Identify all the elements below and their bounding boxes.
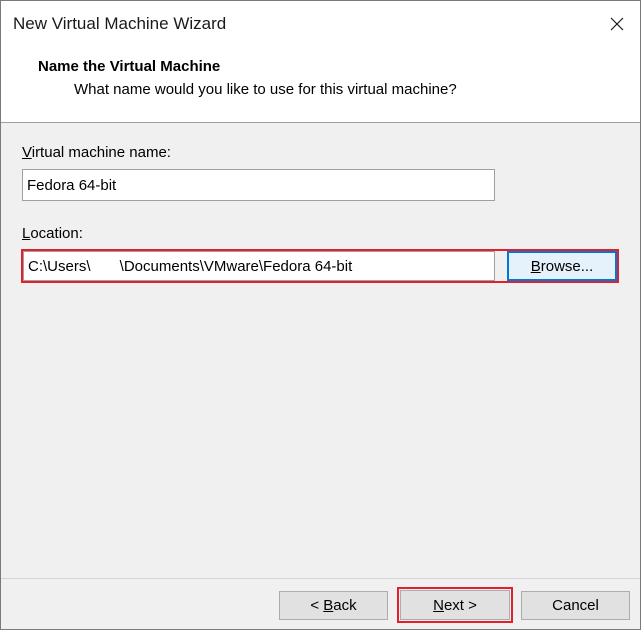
vm-name-label: Virtual machine name:	[22, 144, 171, 161]
back-label: ack	[333, 597, 357, 614]
back-prefix: <	[310, 597, 324, 614]
vm-name-label-text: irtual machine name:	[31, 144, 171, 161]
footer-divider	[1, 578, 640, 579]
title-bar: New Virtual Machine Wizard	[1, 1, 640, 47]
next-highlight-box	[397, 587, 513, 623]
close-button[interactable]	[594, 1, 640, 47]
vm-name-label-mnemonic: V	[22, 144, 32, 161]
page-subtitle: What name would you like to use for this…	[74, 81, 457, 98]
location-label-text: ocation:	[30, 225, 83, 242]
page-title: Name the Virtual Machine	[38, 58, 221, 75]
back-mnemonic: B	[323, 597, 334, 614]
window-title: New Virtual Machine Wizard	[13, 14, 227, 33]
location-label: Location:	[22, 225, 83, 242]
back-button[interactable]: < Back	[279, 591, 388, 620]
wizard-window: New Virtual Machine Wizard Name the Virt…	[0, 0, 641, 630]
wizard-header: Name the Virtual Machine What name would…	[1, 47, 640, 123]
vm-name-input[interactable]	[22, 169, 495, 201]
close-icon	[610, 17, 624, 31]
cancel-button[interactable]: Cancel	[521, 591, 630, 620]
location-highlight-box	[21, 249, 619, 283]
